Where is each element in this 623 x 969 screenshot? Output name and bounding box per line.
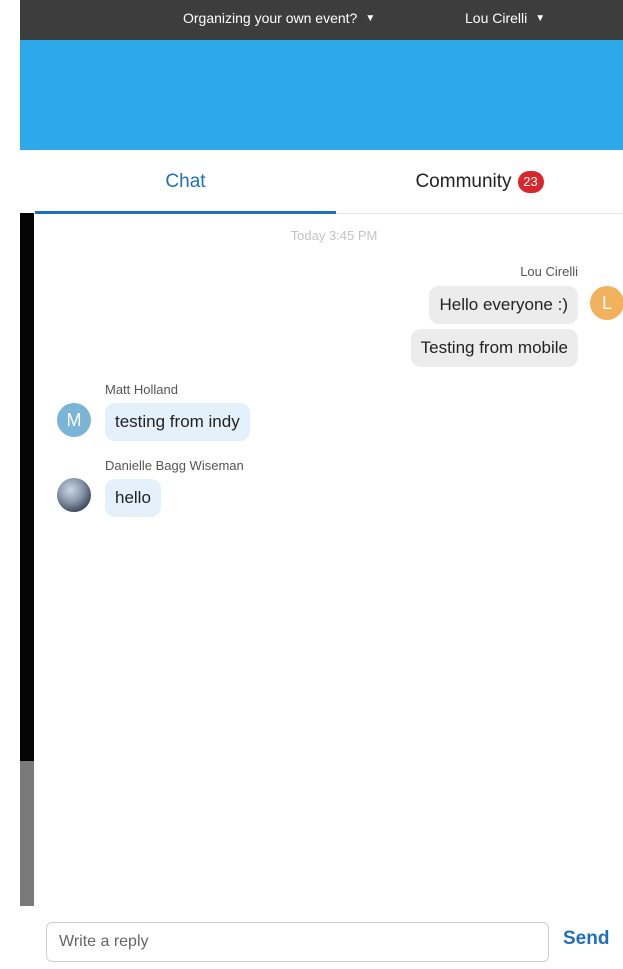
message-bubble: testing from indy bbox=[105, 403, 250, 441]
avatar: M bbox=[57, 403, 91, 437]
community-count-badge: 23 bbox=[517, 170, 544, 193]
scrollbar[interactable] bbox=[20, 761, 34, 906]
tab-chat[interactable]: Chat bbox=[35, 150, 336, 214]
tab-chat-label: Chat bbox=[165, 170, 206, 192]
organizing-event-menu[interactable]: Organizing your own event? ▼ bbox=[183, 10, 375, 26]
avatar-initial: L bbox=[601, 292, 612, 313]
active-tab-indicator bbox=[35, 211, 336, 214]
tab-bar: Chat Community 23 bbox=[35, 150, 623, 214]
user-menu[interactable]: Lou Cirelli ▼ bbox=[465, 10, 545, 26]
avatar-initial: M bbox=[66, 409, 82, 430]
reply-composer: Send bbox=[35, 922, 623, 969]
tab-community[interactable]: Community 23 bbox=[336, 150, 623, 213]
sender-name: Lou Cirelli bbox=[520, 264, 578, 279]
page-edge-strip bbox=[20, 213, 34, 761]
chevron-down-icon: ▼ bbox=[535, 12, 546, 24]
header-banner bbox=[20, 40, 623, 150]
avatar bbox=[57, 478, 91, 512]
message-bubble: Testing from mobile bbox=[410, 329, 578, 367]
user-name-label: Lou Cirelli bbox=[465, 10, 528, 26]
sender-name: Matt Holland bbox=[105, 382, 178, 397]
sender-name: Danielle Bagg Wiseman bbox=[105, 458, 244, 473]
tab-community-label: Community bbox=[415, 170, 512, 192]
message-bubble: Hello everyone :) bbox=[429, 286, 578, 324]
message-timestamp: Today 3:45 PM bbox=[290, 228, 378, 243]
chevron-down-icon: ▼ bbox=[365, 12, 376, 24]
chat-panel: Chat Community 23 Today 3:45 PM Lou Cire… bbox=[35, 150, 623, 969]
send-button[interactable]: Send bbox=[563, 928, 609, 950]
avatar: L bbox=[590, 286, 623, 320]
message-bubble: hello bbox=[105, 479, 161, 517]
top-navigation-bar: Organizing your own event? ▼ Lou Cirelli… bbox=[20, 0, 623, 40]
reply-input[interactable] bbox=[46, 922, 549, 962]
organizing-event-label: Organizing your own event? bbox=[183, 10, 358, 26]
